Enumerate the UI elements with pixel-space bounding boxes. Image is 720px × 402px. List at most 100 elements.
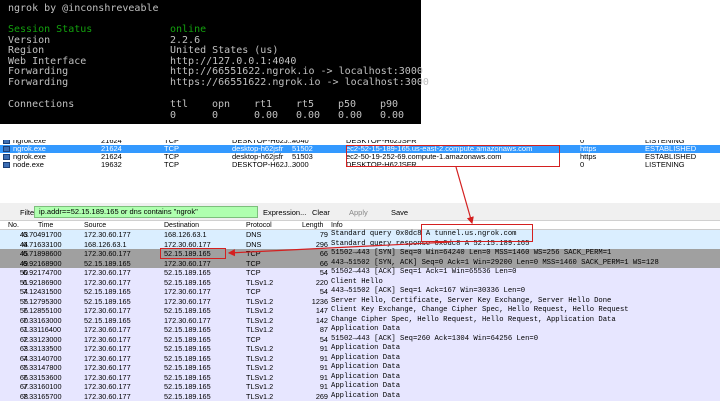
packet-src: 52.15.189.165: [84, 258, 131, 268]
packet-row[interactable]: 43 6.70491700 172.30.60.177 168.126.63.1 DNS…: [0, 230, 720, 240]
packet-dst: 52.15.189.165: [164, 344, 211, 353]
packet-src: 172.30.60.177: [84, 353, 131, 363]
packet-proto: TLSv1.2: [246, 353, 274, 363]
column-header-length[interactable]: Length: [302, 221, 323, 230]
packet-row[interactable]: 45 6.71898600 172.30.60.177 52.15.189.165 TC…: [0, 249, 720, 259]
packet-row[interactable]: 67 7.33160100 172.30.60.177 52.15.189.165 TL…: [0, 382, 720, 392]
packet-dst: 52.15.189.165: [164, 353, 211, 363]
annotation-box-destination-ip: [160, 248, 226, 259]
terminal-row-value: online: [170, 24, 207, 35]
packet-row[interactable]: 55 7.12795300 52.15.189.165 172.30.60.177 TL…: [0, 296, 720, 306]
clear-button[interactable]: Clear: [312, 208, 330, 217]
process-icon: [3, 162, 10, 168]
packet-proto: TLSv1.2: [246, 391, 274, 401]
connections-value: 0.00: [254, 109, 279, 121]
packet-row[interactable]: 65 7.33147800 172.30.60.177 52.15.189.165 TL…: [0, 363, 720, 373]
packet-len: 269: [315, 391, 328, 401]
packet-dst: 52.15.189.165: [164, 277, 211, 287]
packet-len: 54: [319, 287, 328, 296]
packet-proto: DNS: [246, 230, 262, 239]
packet-row[interactable]: 62 7.33123000 172.30.60.177 52.15.189.165 TC…: [0, 334, 720, 344]
packet-time: 6.92168900: [23, 258, 62, 268]
packet-row[interactable]: 61 7.33116400 172.30.60.177 52.15.189.165 TL…: [0, 325, 720, 335]
packet-len: 79: [319, 230, 328, 239]
packet-time: 6.92174700: [23, 268, 62, 277]
packet-proto: TLSv1.2: [246, 277, 274, 287]
packet-dst: 172.30.60.177: [164, 258, 211, 268]
packet-row[interactable]: 64 7.33140700 172.30.60.177 52.15.189.165 TL…: [0, 353, 720, 363]
packet-time: 6.70491700: [23, 230, 62, 239]
connections-value: 0.00: [296, 109, 321, 121]
packet-len: 54: [319, 334, 328, 344]
connections-header: ttl: [170, 99, 189, 110]
column-header-source[interactable]: Source: [84, 221, 106, 230]
packet-info: Application Data: [331, 363, 401, 371]
packet-src: 172.30.60.177: [84, 344, 131, 353]
packet-info: 443→51502 [SYN, ACK] Seq=0 Ack=1 Win=292…: [331, 258, 659, 267]
packet-len: 147: [315, 306, 328, 315]
packet-list: 43 6.70491700 172.30.60.177 168.126.63.1 DNS…: [0, 230, 720, 401]
packet-src: 172.30.60.177: [84, 230, 131, 239]
packet-info: Client Hello: [331, 277, 383, 286]
connection-proto: TCP: [164, 160, 179, 169]
packet-proto: TLSv1.2: [246, 382, 274, 391]
packet-src: 172.30.60.177: [84, 277, 131, 287]
packet-proto: TCP: [246, 334, 261, 344]
terminal-title: ngrok by @inconshreveable: [8, 3, 159, 14]
packet-list-header: No. Time Source Destination Protocol Len…: [0, 221, 720, 230]
packet-row[interactable]: 60 7.33163000 52.15.189.165 172.30.60.177 TL…: [0, 315, 720, 325]
packet-row[interactable]: 50 6.92174700 172.30.60.177 52.15.189.165 TC…: [0, 268, 720, 278]
packet-info: Change Cipher Spec, Hello Request, Hello…: [331, 315, 616, 324]
packet-row[interactable]: 66 7.33153600 172.30.60.177 52.15.189.165 TL…: [0, 372, 720, 382]
display-filter-input[interactable]: ip.addr==52.15.189.165 or dns contains "…: [34, 206, 258, 218]
packet-len: 54: [319, 268, 328, 277]
column-header-info[interactable]: Info: [331, 221, 343, 230]
packet-row[interactable]: 63 7.33133500 172.30.60.177 52.15.189.165 TL…: [0, 344, 720, 354]
column-header-no[interactable]: No.: [8, 221, 19, 230]
packet-len: 87: [319, 325, 328, 334]
packet-info: Application Data: [331, 344, 401, 352]
packet-time: 6.71898600: [23, 249, 62, 258]
packet-dst: 52.15.189.165: [164, 325, 211, 334]
packet-time: 6.71633100: [23, 239, 62, 249]
column-header-protocol[interactable]: Protocol: [246, 221, 272, 230]
expression-button[interactable]: Expression...: [263, 208, 306, 217]
packet-row[interactable]: 68 7.33165700 172.30.60.177 52.15.189.165 TL…: [0, 391, 720, 401]
packet-proto: TLSv1.2: [246, 363, 274, 372]
packet-row[interactable]: 44 6.71633100 168.126.63.1 172.30.60.177 DNS…: [0, 239, 720, 249]
packet-src: 172.30.60.177: [84, 334, 131, 344]
apply-button[interactable]: Apply: [349, 208, 368, 217]
process-icon: [3, 154, 10, 160]
packet-dst: 52.15.189.165: [164, 382, 211, 391]
connections-header: rt5: [296, 99, 315, 110]
packet-src: 52.15.189.165: [84, 287, 131, 296]
column-header-destination[interactable]: Destination: [164, 221, 199, 230]
packet-dst: 52.15.189.165: [164, 306, 211, 315]
packet-proto: DNS: [246, 239, 262, 249]
annotation-box-dns-query: [421, 224, 533, 242]
packet-row[interactable]: 49 6.92168900 52.15.189.165 172.30.60.177 TC…: [0, 258, 720, 268]
packet-time: 6.92186900: [23, 277, 62, 287]
packet-row[interactable]: 56 7.12855100 172.30.60.177 52.15.189.165 TL…: [0, 306, 720, 316]
column-header-time[interactable]: Time: [38, 221, 53, 230]
packet-len: 220: [315, 277, 328, 287]
packet-row[interactable]: 54 7.12431500 52.15.189.165 172.30.60.177 TC…: [0, 287, 720, 297]
connections-value: 0: [212, 109, 219, 121]
save-button[interactable]: Save: [391, 208, 408, 217]
packet-row[interactable]: 51 6.92186900 172.30.60.177 52.15.189.165 TL…: [0, 277, 720, 287]
packet-proto: TLSv1.2: [246, 315, 274, 325]
packet-time: 7.33165700: [23, 391, 62, 401]
packet-proto: TLSv1.2: [246, 306, 274, 315]
connections-label: Connections: [8, 99, 75, 110]
connections-header: opn: [212, 99, 231, 110]
packet-time: 7.12855100: [23, 306, 62, 315]
packet-info: 51502→443 [ACK] Seq=1 Ack=1 Win=65536 Le…: [331, 268, 517, 276]
packet-info: Client Key Exchange, Change Cipher Spec,…: [331, 306, 629, 314]
packet-src: 172.30.60.177: [84, 325, 131, 334]
packet-time: 7.33133500: [23, 344, 62, 353]
packet-src: 172.30.60.177: [84, 249, 131, 258]
filter-toolbar: Filter: ip.addr==52.15.189.165 or dns co…: [0, 203, 720, 221]
packet-src: 172.30.60.177: [84, 268, 131, 277]
packet-src: 172.30.60.177: [84, 391, 131, 401]
packet-src: 172.30.60.177: [84, 363, 131, 372]
